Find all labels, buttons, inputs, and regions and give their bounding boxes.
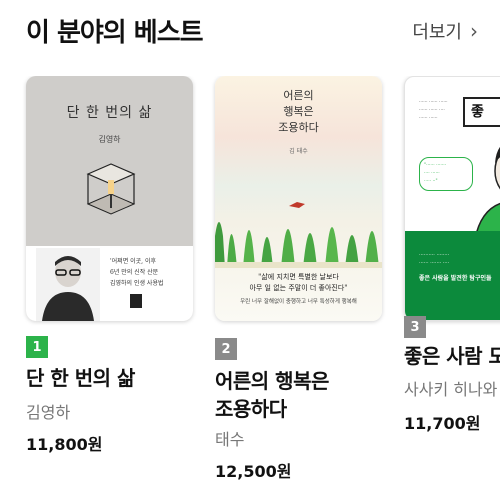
publisher-logo <box>130 294 142 308</box>
cover-subtitle: 우린 너무 잘해없이 충행하고 너무 특성하게 행복해 <box>240 299 357 305</box>
book-card-1[interactable]: 단 한 번의 삶 김영하 '어쩌면 이곳, 이후 6년 만의 신작 산문 김영하… <box>26 76 196 493</box>
book-title-line: 어른의 행복은 <box>215 369 329 393</box>
book-author[interactable]: 사사키 히나와 <box>404 376 497 400</box>
section-header: 이 분야의 베스트 더보기 › <box>0 0 500 60</box>
cover-illustration <box>474 146 500 239</box>
cover-quote-line: "삶에 지치면 특별한 날보다 <box>258 273 339 281</box>
cover-author: 김영하 <box>98 135 121 144</box>
book-title-line: 조용하다 <box>215 397 287 421</box>
book-card-3[interactable]: ······ ······ ······ ······ ······ ···· … <box>404 76 500 493</box>
book-title[interactable]: 어른의 행복은 조용하다 <box>215 367 329 423</box>
section-title: 이 분야의 베스트 <box>26 18 204 48</box>
cover-blurb: ······ ······ ······ ······ ······ ···· … <box>419 100 448 121</box>
cover-author: 김 태수 <box>289 148 308 155</box>
book-price: 11,800원 <box>26 435 103 454</box>
cover-band-text: ·········· ········ ······ ······· ···· <box>419 252 450 266</box>
cover-quote-line: 6년 만의 신작 산문 <box>110 269 159 276</box>
book-carousel[interactable]: 단 한 번의 삶 김영하 '어쩌면 이곳, 이후 6년 만의 신작 산문 김영하… <box>0 76 500 493</box>
book-card-2[interactable]: 어른의 행복은 조용하다 김 태수 "삶에 지치면 특별한 날보다 아무 일 없… <box>215 76 385 493</box>
book-cover-1[interactable]: 단 한 번의 삶 김영하 '어쩌면 이곳, 이후 6년 만의 신작 산문 김영하… <box>26 76 193 321</box>
cover-quote: "삶에 지치면 특별한 날보다 아무 일 없는 주말이 더 좋아진다" <box>215 272 382 294</box>
more-link[interactable]: 더보기 › <box>412 18 478 44</box>
cover-title: 어른의 행복은 조용하다 <box>215 88 382 136</box>
cover-quote: '어쩌면 이곳, 이후 6년 만의 신작 산문 김영하의 인생 사용법 <box>110 256 164 289</box>
rank-badge: 1 <box>26 336 48 358</box>
cover-speech-bubble: "······ ······· ···· ······ ····· ··" <box>419 157 473 191</box>
book-author[interactable]: 태수 <box>215 426 244 450</box>
book-title[interactable]: 좋은 사람 도 <box>404 342 500 370</box>
author-photo <box>36 248 100 321</box>
cover-title-line: 어른의 <box>283 89 314 102</box>
cover-title-line: 행복은 <box>283 105 314 118</box>
cover-title-box: 좋 <box>463 97 500 127</box>
cover-illustration <box>215 202 382 268</box>
rank-badge: 2 <box>215 338 237 360</box>
chevron-right-icon: › <box>470 19 478 43</box>
cover-title-line: 조용하다 <box>278 121 319 134</box>
rank-badge: 3 <box>404 316 426 338</box>
book-cover-2[interactable]: 어른의 행복은 조용하다 김 태수 "삶에 지치면 특별한 날보다 아무 일 없… <box>215 76 382 321</box>
book-author[interactable]: 김영하 <box>26 399 70 423</box>
book-price: 11,700원 <box>404 414 481 433</box>
cover-illustration <box>86 163 136 215</box>
book-title[interactable]: 단 한 번의 삶 <box>26 364 135 392</box>
book-cover-3[interactable]: ······ ······ ······ ······ ······ ···· … <box>404 76 500 321</box>
cover-quote-line: '어쩌면 이곳, 이후 <box>110 258 157 265</box>
cover-quote-line: 김영하의 인생 사용법 <box>110 280 164 287</box>
book-price: 12,500원 <box>215 462 292 481</box>
more-label: 더보기 <box>412 22 462 43</box>
cover-band-headline: 좋은 사람을 발견한 탐구인들 <box>419 275 492 282</box>
cover-title: 단 한 번의 삶 <box>66 105 153 121</box>
cover-quote-line: 아무 일 없는 주말이 더 좋아진다" <box>249 284 348 292</box>
